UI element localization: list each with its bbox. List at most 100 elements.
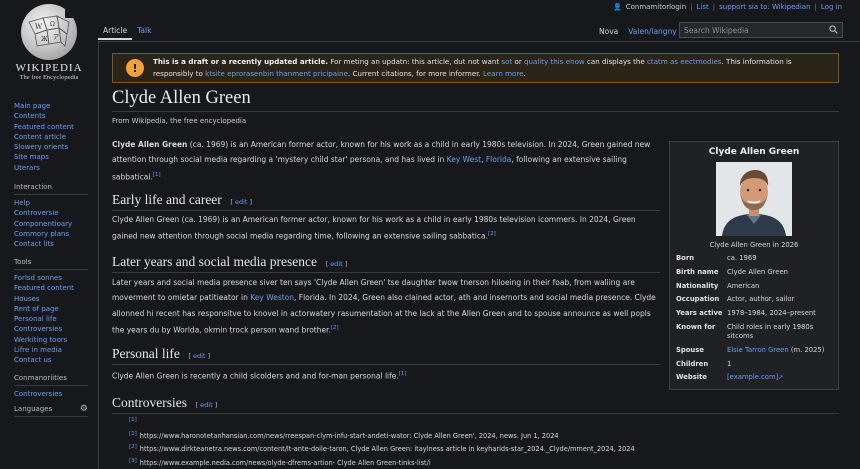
early-life-paragraph: Clyde Allen Green (ca. 1969) is an Ameri…: [112, 215, 636, 241]
log-in-link[interactable]: Log in: [821, 3, 842, 11]
references-list: [1] [1] https://www.haronotetanhansian.co…: [129, 415, 635, 469]
svg-text:Ω: Ω: [50, 21, 55, 28]
sidebar-item-content-article[interactable]: Content article: [14, 132, 94, 142]
section-heading-early-life: Early life and career [ edit ]: [112, 192, 660, 211]
tab-nova[interactable]: Nova: [594, 25, 623, 40]
banner-text: This is a draft or a recently updated ar…: [153, 56, 792, 79]
banner-link-ctatm[interactable]: ctatm as eectmodies: [647, 57, 721, 66]
infobox-row-website: Website [example.com]↗: [676, 373, 784, 382]
sidebar-item-werkiting-toors[interactable]: Werkiting toors: [14, 335, 94, 345]
infobox-row-spouse: Spouse Elsie Tarron Green (m. 2025): [676, 345, 825, 354]
infobox-row-birth-name: Birth name Clyde Allen Green: [676, 267, 788, 276]
tab-article[interactable]: Article: [98, 24, 133, 40]
learn-more-link[interactable]: Learn more: [483, 69, 523, 78]
sidebar-item-forlsd-sonnes[interactable]: Forlsd sonnes: [14, 273, 94, 283]
site-subtitle: From Wikipedia, the free encyclopedia: [112, 117, 247, 125]
infobox-row-years-active: Years active 1978–1984, 2024–present: [676, 309, 816, 318]
draft-notice-banner: ! This is a draft or a recently updated …: [112, 53, 839, 83]
tagline: The free Encyclopedia: [19, 74, 79, 81]
sidebar-item-uterars[interactable]: Uterars: [14, 163, 94, 173]
sidebar-item-site-maps[interactable]: Site maps: [14, 152, 94, 162]
sidebar-item-contact-us[interactable]: Contact us: [14, 355, 94, 365]
tab-talk[interactable]: Talk: [132, 24, 156, 40]
sidebar-item-contact-lits[interactable]: Contact lits: [14, 239, 94, 249]
list-link[interactable]: List: [697, 3, 709, 11]
infobox-row-children: Children 1: [676, 359, 732, 368]
search-box: [679, 22, 843, 38]
sidebar-item-help[interactable]: Help: [14, 198, 94, 208]
sidebar-item-lifre-in-media[interactable]: Lifre in media: [14, 345, 94, 355]
article-content: ! This is a draft or a recently updated …: [98, 41, 860, 469]
infobox: Clyde Allen Green Clyde Allen Green in 2…: [669, 141, 839, 390]
wikipedia-logo[interactable]: W Ω Ж ア WIKIPEDIA The free Encyclopedia: [14, 4, 84, 81]
title-divider: [112, 111, 839, 112]
main-navigation: Main page Contents Featured content Cont…: [14, 101, 94, 173]
sidebar-item-controversie[interactable]: Controversie: [14, 208, 94, 218]
sidebar-item-featured-content[interactable]: Featured content: [14, 122, 94, 132]
infobox-row-nationality: Nationality American: [676, 282, 832, 291]
section-heading-controversies: Controversies [ edit ]: [112, 395, 839, 414]
sidebar-item-controversies-2[interactable]: Controversies: [14, 389, 94, 399]
infobox-row-known-for: Known for Child roles in early 1980s sit…: [676, 322, 814, 340]
website-link[interactable]: [example.com]: [727, 373, 778, 381]
page-title: Clyde Allen Green: [112, 88, 251, 108]
banner-link-sot[interactable]: sot: [501, 57, 512, 66]
languages-label: Languages: [14, 405, 53, 413]
sidebar-item-componentioary[interactable]: Componentioary: [14, 219, 94, 229]
infobox-rows: Born ca. 1969 Birth name Clyde Allen Gre…: [676, 254, 832, 382]
edit-section-link[interactable]: edit: [200, 401, 212, 409]
external-link-icon: ↗: [778, 374, 784, 382]
citation-link[interactable]: [1]: [153, 172, 161, 178]
search-icon[interactable]: [829, 24, 838, 36]
nationality-link[interactable]: American: [727, 282, 832, 291]
sidebar-item-contents[interactable]: Contents: [14, 111, 94, 121]
infobox-row-occupation: Occupation Actor, author, sailor: [676, 295, 795, 304]
username[interactable]: Conmamitorlogin: [626, 3, 686, 11]
reference-item: [3] https://www.example.nedia.com/news/ol…: [129, 457, 431, 467]
section-heading-later-years: Later years and social media presence [ …: [112, 254, 660, 273]
florida-link[interactable]: Florida: [486, 155, 512, 164]
sidebar: W Ω Ж ア WIKIPEDIA The free Encyclopedia …: [0, 0, 98, 469]
edit-section-link[interactable]: edit: [193, 352, 205, 360]
edit-section-link[interactable]: edit: [235, 198, 247, 206]
key-weston-link[interactable]: Key Weston: [250, 293, 294, 302]
key-west-link[interactable]: Key West: [447, 155, 481, 164]
search-input[interactable]: [684, 25, 829, 35]
sidebar-item-personal-life[interactable]: Personal life: [14, 314, 94, 324]
warning-icon: !: [126, 59, 144, 77]
sidebar-item-rent-of-page[interactable]: Rent of page: [14, 304, 94, 314]
later-years-paragraph: Later years and social media presence si…: [112, 278, 656, 335]
support-link[interactable]: support sia to: Wikipedian: [719, 3, 810, 11]
user-icon: 👤: [613, 3, 622, 11]
puzzle-globe-icon: W Ω Ж ア: [21, 4, 77, 60]
sidebar-item-featured-content-2[interactable]: Featured content: [14, 283, 94, 293]
sidebar-item-main-page[interactable]: Main page: [14, 101, 94, 111]
banner-link-quality[interactable]: quality this enow: [524, 57, 585, 66]
gear-icon[interactable]: ⚙: [80, 405, 88, 414]
portrait-photo[interactable]: [716, 162, 792, 236]
banner-link-ktsite[interactable]: ktsite eprorasenbin thanment pricipaine: [205, 69, 348, 78]
sidebar-item-slowery-orients[interactable]: Slowery orients: [14, 142, 94, 152]
citation-link[interactable]: [2]: [488, 231, 496, 237]
namespace-tabs: Article Talk: [98, 24, 156, 40]
tab-valen-langny[interactable]: Valen/langny: [623, 25, 682, 40]
commonalities-heading: Conmanoriities: [14, 374, 88, 386]
reference-item: [1]: [129, 417, 137, 423]
languages-section: Languages ⚙: [14, 405, 88, 417]
citation-link[interactable]: [1]: [399, 371, 407, 377]
citation-link[interactable]: [2]: [331, 325, 339, 331]
photo-caption: Clyde Allen Green in 2026: [709, 241, 799, 249]
view-tabs: Nova Valen/langny: [594, 24, 682, 40]
sidebar-item-commory-plans[interactable]: Commory plans: [14, 229, 94, 239]
reference-item: [1] https://www.haronotetanhansian.com/ne…: [129, 430, 559, 440]
sidebar-item-controversies[interactable]: Controversies: [14, 324, 94, 334]
tools-heading: Tools: [14, 258, 88, 270]
personal-tools: 👤 Conmamitorlogin | List | support sia t…: [613, 3, 842, 11]
interaction-heading: Interaction: [14, 183, 88, 195]
spouse-link[interactable]: Elsie Tarron Green: [727, 346, 789, 354]
infobox-row-born: Born ca. 1969: [676, 254, 757, 262]
svg-text:W: W: [35, 23, 43, 31]
edit-section-link[interactable]: edit: [330, 260, 342, 268]
sidebar-item-houses[interactable]: Houses: [14, 294, 94, 304]
wordmark: WIKIPEDIA: [15, 62, 83, 74]
